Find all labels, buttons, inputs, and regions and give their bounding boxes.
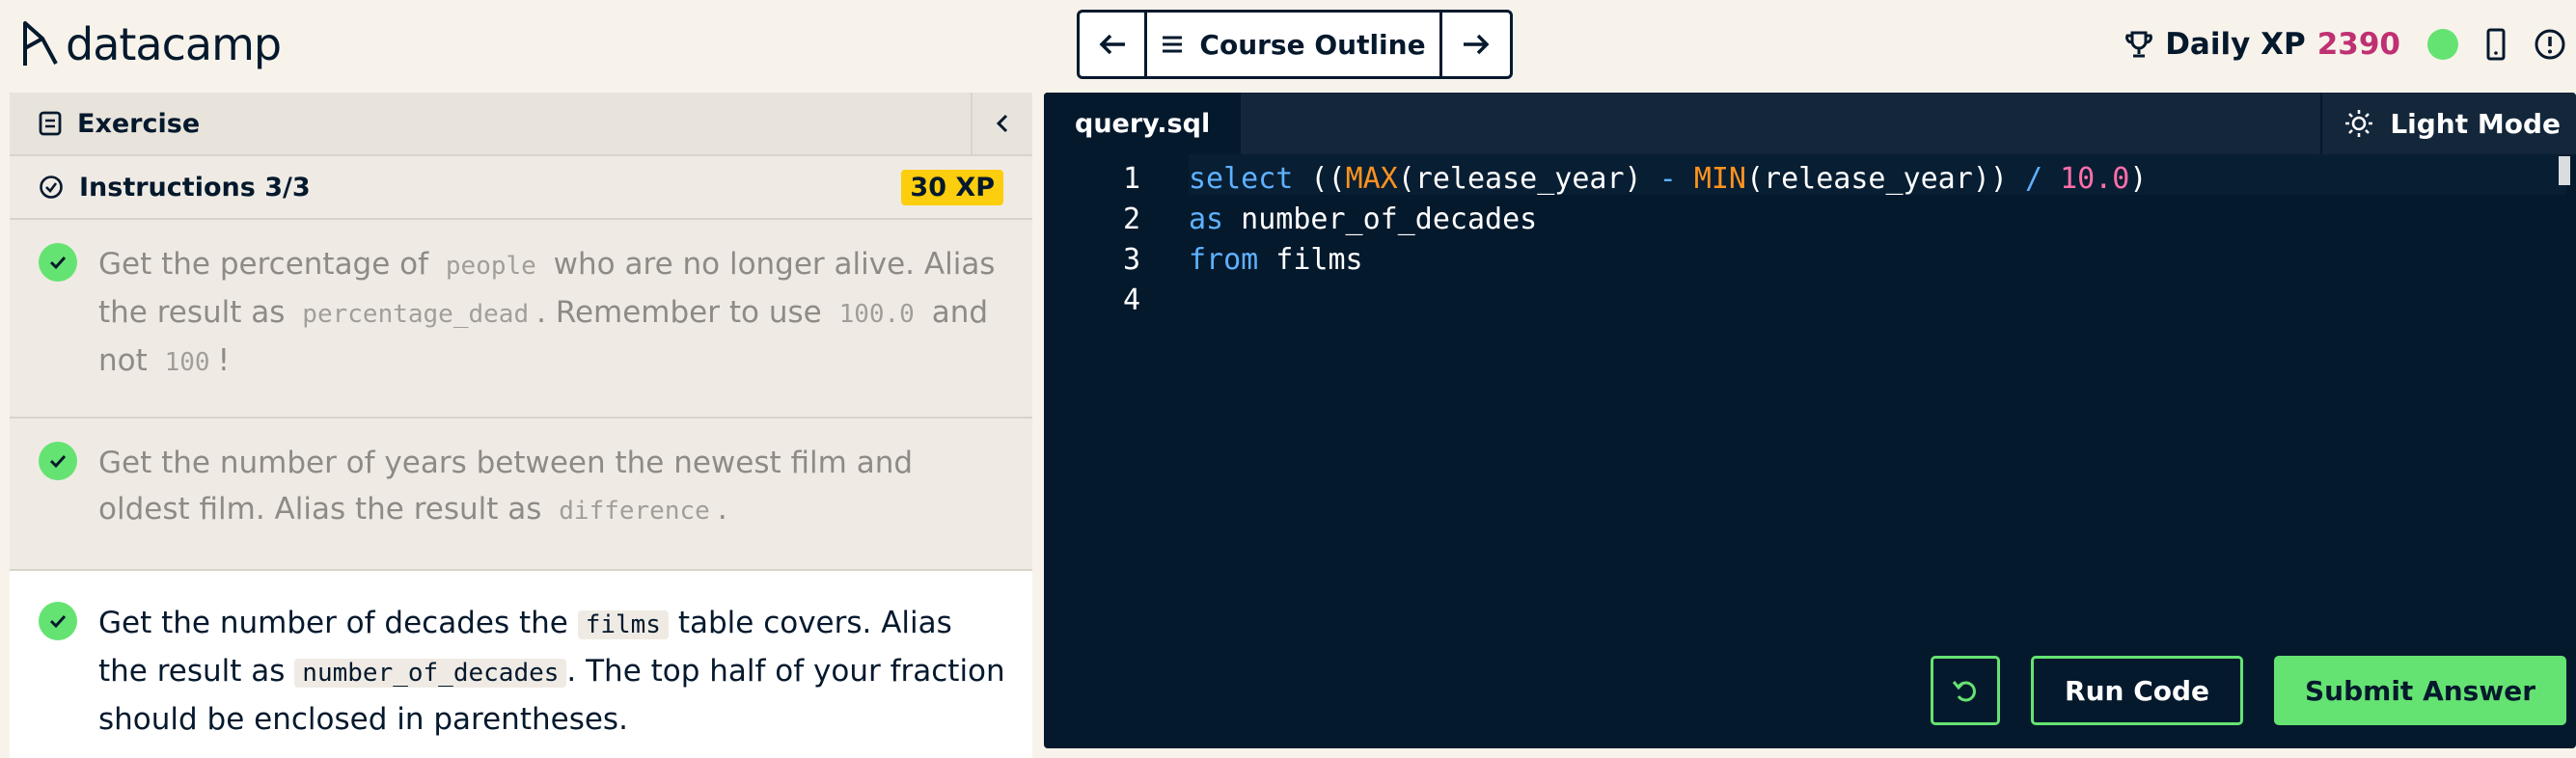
line-number: 3 bbox=[1122, 243, 1140, 277]
editor-actions: Run Code Submit Answer bbox=[1931, 656, 2566, 725]
code-editor-panel: query.sql Light Mode 1 2 3 4 select ((MA… bbox=[1044, 93, 2576, 748]
exercise-header-label: Exercise bbox=[77, 108, 201, 139]
completed-check-icon bbox=[39, 243, 77, 282]
line-numbers: 1 2 3 4 bbox=[1044, 154, 1140, 317]
reset-code-button[interactable] bbox=[1931, 656, 2001, 725]
reset-icon bbox=[1952, 681, 1976, 702]
code-line-4[interactable] bbox=[1189, 276, 2566, 316]
instruction-step-2[interactable]: Get the number of years between the newe… bbox=[10, 419, 1032, 571]
code-line-3[interactable]: from films bbox=[1189, 235, 2566, 277]
code-content[interactable]: select ((MAX(release_year) - MIN(release… bbox=[1189, 154, 2566, 316]
previous-exercise-button[interactable] bbox=[1080, 13, 1147, 76]
instructions-label: Instructions 3/3 bbox=[79, 172, 311, 203]
file-tab-query-sql[interactable]: query.sql bbox=[1044, 93, 1242, 154]
instruction-step-1[interactable]: Get the percentage of people who are no … bbox=[10, 220, 1032, 419]
light-mode-toggle[interactable]: Light Mode bbox=[2320, 93, 2576, 154]
document-icon bbox=[39, 111, 62, 136]
next-exercise-button[interactable] bbox=[1442, 13, 1510, 76]
collapse-panel-button[interactable] bbox=[973, 93, 1032, 154]
exercise-tab-bar: Exercise bbox=[10, 93, 1032, 156]
code-line-1[interactable]: select ((MAX(release_year) - MIN(release… bbox=[1189, 154, 2566, 196]
sun-icon bbox=[2345, 110, 2373, 137]
instructions-title: Instructions 3/3 bbox=[39, 173, 311, 203]
line-number: 4 bbox=[1122, 284, 1140, 317]
top-header: datacamp Course Outline Daily XP 2390 bbox=[0, 0, 2576, 89]
online-status-icon[interactable] bbox=[2427, 29, 2458, 60]
editor-tab-bar: query.sql Light Mode bbox=[1044, 93, 2576, 154]
arrow-right-icon bbox=[1464, 34, 1490, 55]
instructions-header: Instructions 3/3 30 XP bbox=[10, 156, 1032, 220]
exercise-header[interactable]: Exercise bbox=[10, 93, 973, 154]
trophy-icon bbox=[2125, 31, 2153, 58]
run-code-button[interactable]: Run Code bbox=[2031, 656, 2244, 725]
instruction-step-text: Get the number of years between the newe… bbox=[98, 446, 914, 527]
header-right: Daily XP 2390 bbox=[2124, 0, 2576, 89]
chevron-left-icon bbox=[996, 114, 1008, 133]
editor-scrollbar[interactable] bbox=[2559, 156, 2570, 185]
arrow-left-icon bbox=[1099, 34, 1125, 55]
exercise-panel: Exercise Instructions 3/3 30 XP Get the … bbox=[10, 93, 1032, 758]
exercise-navigation: Course Outline bbox=[1077, 10, 1513, 79]
submit-answer-button[interactable]: Submit Answer bbox=[2274, 656, 2566, 725]
course-outline-button[interactable]: Course Outline bbox=[1147, 13, 1442, 76]
daily-xp-label: Daily XP bbox=[2165, 27, 2306, 62]
line-number: 1 bbox=[1122, 162, 1140, 196]
completed-check-icon bbox=[39, 442, 77, 480]
daily-xp[interactable]: Daily XP 2390 bbox=[2124, 27, 2400, 62]
completed-check-icon bbox=[39, 602, 77, 640]
datacamp-mark-icon bbox=[23, 21, 58, 66]
course-outline-label: Course Outline bbox=[1199, 28, 1426, 61]
datacamp-logo[interactable]: datacamp bbox=[21, 17, 282, 71]
instruction-step-text: Get the number of decades the films tabl… bbox=[98, 606, 1005, 737]
xp-badge: 30 XP bbox=[901, 169, 1003, 205]
daily-xp-value: 2390 bbox=[2316, 27, 2400, 62]
brand-name: datacamp bbox=[66, 18, 282, 70]
mobile-icon[interactable] bbox=[2485, 28, 2507, 61]
menu-icon bbox=[1163, 36, 1183, 53]
help-alert-icon[interactable] bbox=[2534, 28, 2566, 61]
instruction-step-text: Get the percentage of people who are no … bbox=[98, 247, 996, 378]
code-area[interactable]: 1 2 3 4 select ((MAX(release_year) - MIN… bbox=[1044, 154, 2576, 748]
line-number: 2 bbox=[1122, 203, 1140, 236]
check-circle-icon bbox=[40, 176, 63, 199]
instruction-step-3[interactable]: Get the number of decades the films tabl… bbox=[10, 571, 1032, 758]
code-line-2[interactable]: as number_of_decades bbox=[1189, 195, 2566, 236]
light-mode-label: Light Mode bbox=[2390, 107, 2561, 140]
